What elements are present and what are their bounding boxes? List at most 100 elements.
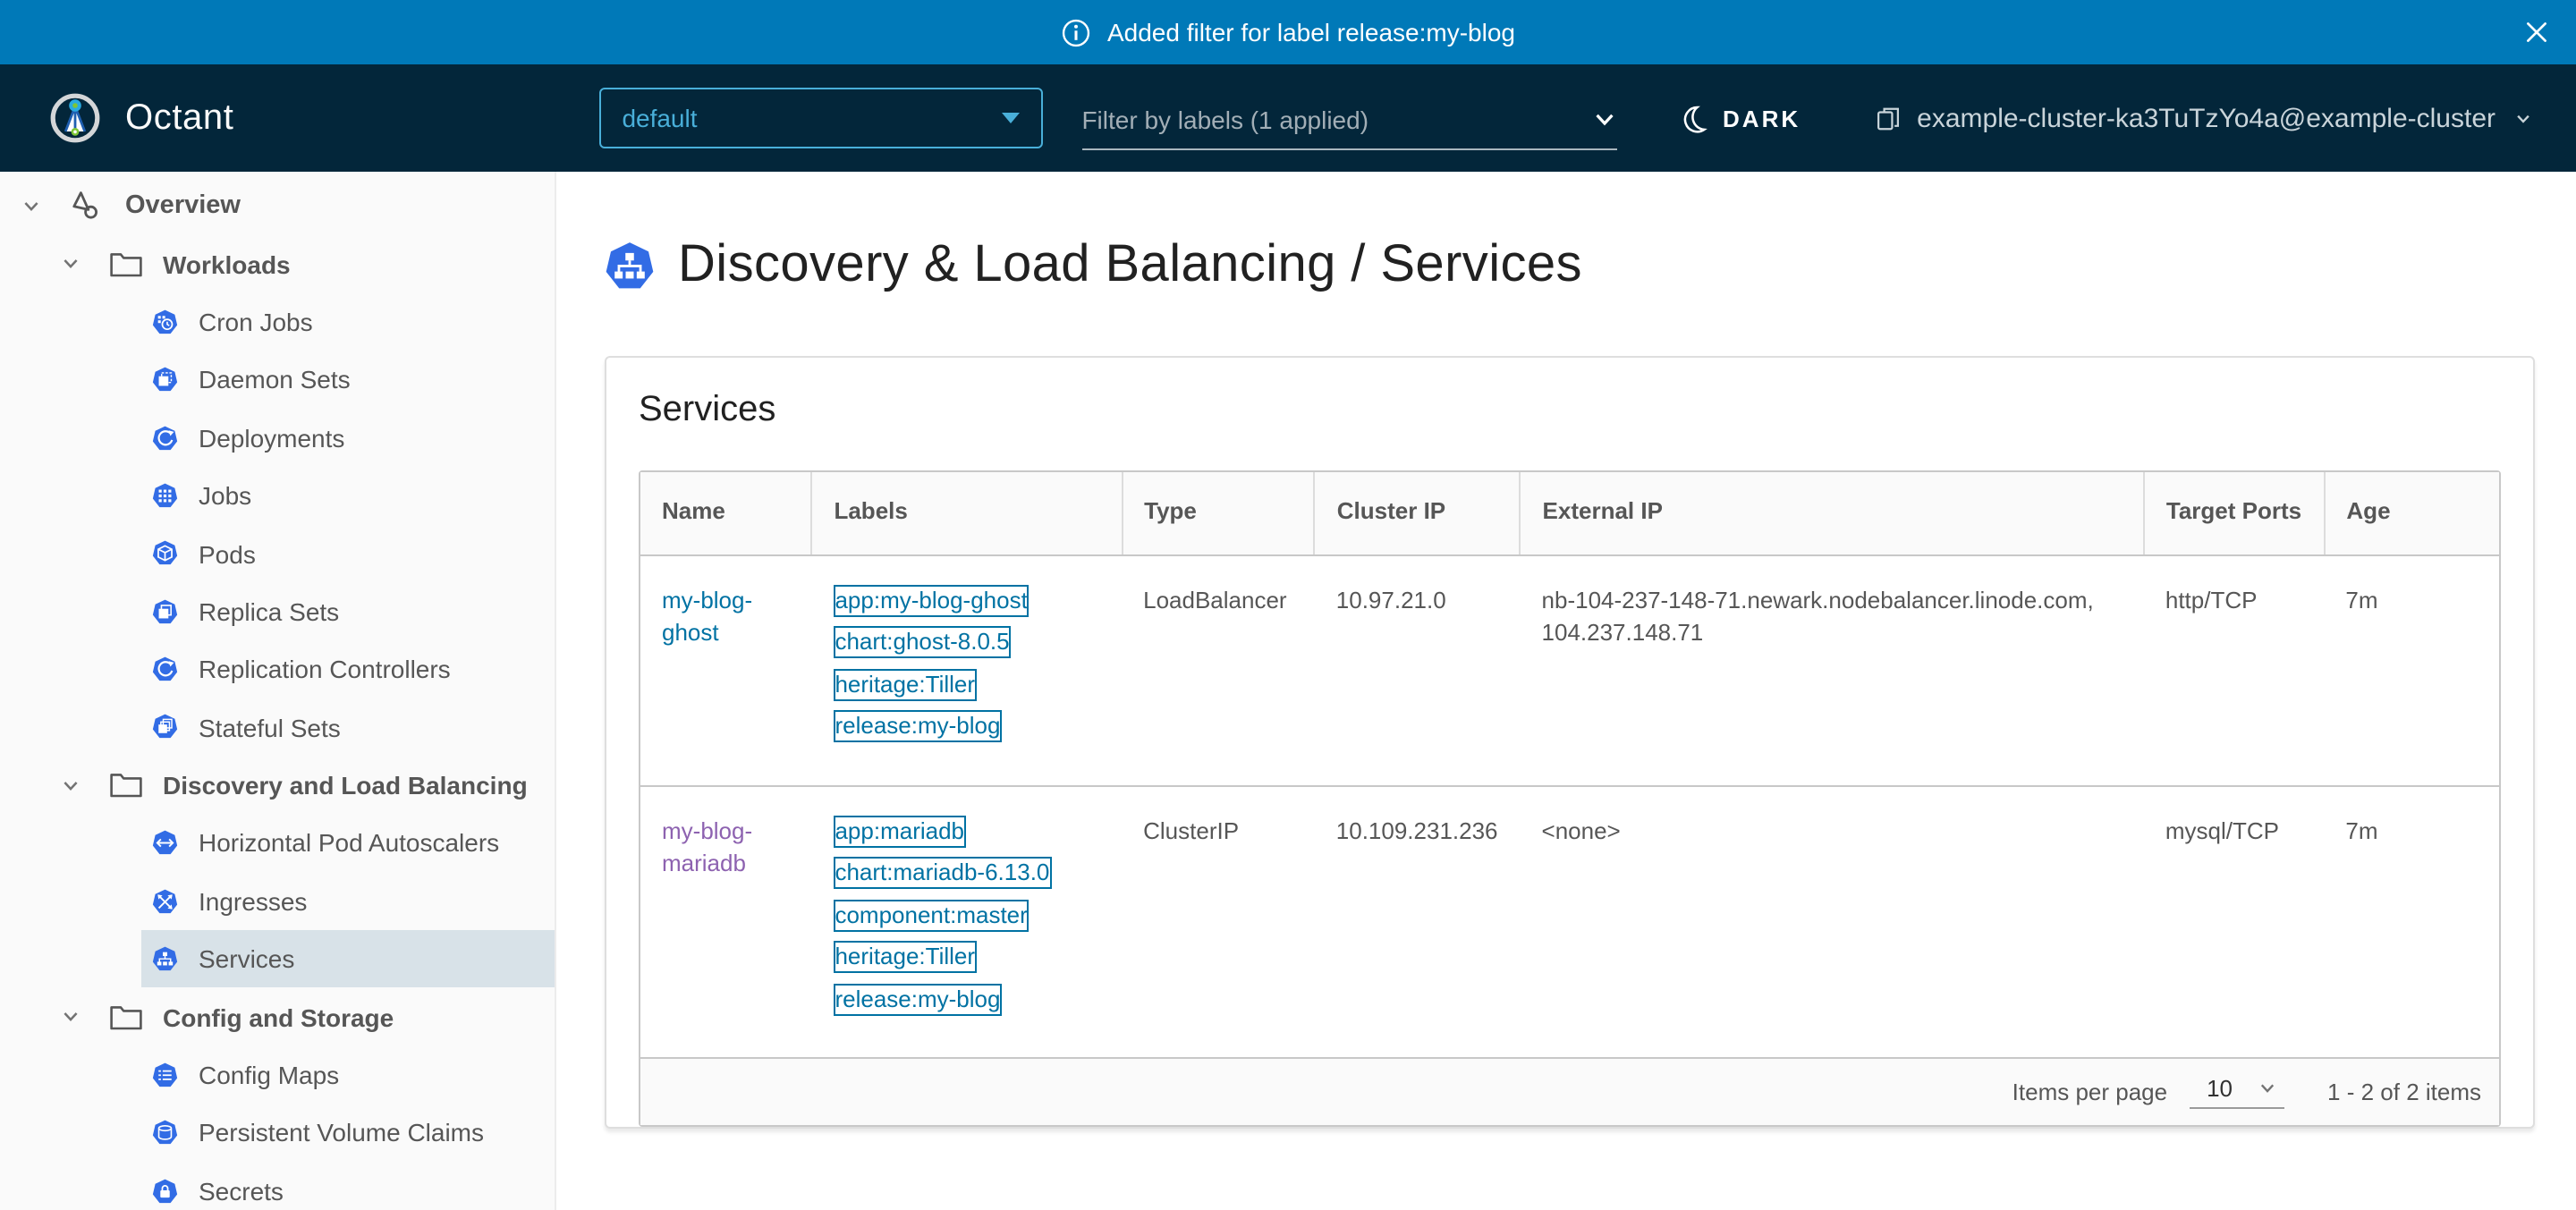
label-filter-input[interactable]: Filter by labels (1 applied) bbox=[1081, 93, 1616, 150]
label-pill[interactable]: chart:mariadb-6.13.0 bbox=[833, 857, 1051, 889]
cluster-ip-cell: 10.97.21.0 bbox=[1315, 554, 1521, 785]
sidebar-item-services[interactable]: Services bbox=[0, 930, 555, 988]
cluster-context-selector[interactable]: example-cluster-ka3TuTzYo4a@example-clus… bbox=[1872, 103, 2533, 133]
item-strip[interactable]: Persistent Volume Claims bbox=[141, 1104, 555, 1163]
dark-theme-toggle[interactable]: DARK bbox=[1678, 103, 1801, 133]
column-header-name: Name bbox=[640, 472, 811, 554]
item-strip[interactable]: Ingresses bbox=[141, 872, 555, 930]
sidebar-item-deployments[interactable]: Deployments bbox=[0, 409, 555, 467]
moon-icon bbox=[1678, 103, 1708, 133]
replica-sets-icon bbox=[152, 598, 178, 624]
info-circle-icon bbox=[1061, 17, 1091, 47]
dark-label: DARK bbox=[1723, 105, 1801, 131]
sidebar-item-jobs[interactable]: Jobs bbox=[0, 467, 555, 525]
app-header: Octant default Filter by labels (1 appli… bbox=[0, 64, 2576, 172]
item-strip[interactable]: Replica Sets bbox=[141, 582, 555, 640]
octant-logo-icon bbox=[50, 93, 100, 143]
age-cell: 7m bbox=[2324, 785, 2499, 1057]
sidebar-item-workloads[interactable]: Workloads bbox=[0, 235, 555, 293]
sidebar-item-cron-jobs[interactable]: Cron Jobs bbox=[0, 293, 555, 351]
sidebar-item-label: Deployments bbox=[199, 424, 344, 453]
item-strip[interactable]: Config Maps bbox=[141, 1046, 555, 1104]
sidebar-item-pods[interactable]: Pods bbox=[0, 525, 555, 583]
chevron-down-icon bbox=[2513, 108, 2533, 128]
sidebar-item-daemon-sets[interactable]: Daemon Sets bbox=[0, 351, 555, 409]
item-strip[interactable]: Deployments bbox=[141, 409, 555, 467]
sidebar-item-ingresses[interactable]: Ingresses bbox=[0, 872, 555, 930]
sidebar-item-discovery-and-load-balancing[interactable]: Discovery and Load Balancing bbox=[0, 757, 555, 815]
sidebar-item-config-maps[interactable]: Config Maps bbox=[0, 1046, 555, 1104]
namespace-selector[interactable]: default bbox=[598, 88, 1042, 148]
services-icon bbox=[152, 946, 178, 972]
sidebar-item-label: Services bbox=[199, 945, 294, 974]
label-pill[interactable]: heritage:Tiller bbox=[833, 668, 977, 700]
cluster-context-value: example-cluster-ka3TuTzYo4a@example-clus… bbox=[1917, 103, 2496, 133]
target-ports-cell: http/TCP bbox=[2144, 554, 2325, 785]
service-link[interactable]: my-blog-mariadb bbox=[662, 817, 752, 877]
chevron-down-icon[interactable] bbox=[61, 1007, 80, 1027]
sidebar-item-replica-sets[interactable]: Replica Sets bbox=[0, 582, 555, 640]
item-strip[interactable]: Pods bbox=[141, 525, 555, 583]
type-cell: LoadBalancer bbox=[1122, 554, 1315, 785]
label-pill[interactable]: heritage:Tiller bbox=[833, 941, 977, 973]
sidebar-item-label: Daemon Sets bbox=[199, 366, 351, 394]
column-header-cluster-ip: Cluster IP bbox=[1315, 472, 1521, 554]
sidebar-item-overview[interactable]: Overview bbox=[0, 177, 555, 235]
page-title: Discovery & Load Balancing / Services bbox=[678, 236, 1582, 295]
sidebar-item-persistent-volume-claims[interactable]: Persistent Volume Claims bbox=[0, 1104, 555, 1163]
column-header-target-ports: Target Ports bbox=[2144, 472, 2325, 554]
sidebar-item-label: Secrets bbox=[199, 1177, 284, 1206]
item-strip[interactable]: Cron Jobs bbox=[141, 293, 555, 351]
label-pill[interactable]: app:my-blog-ghost bbox=[833, 584, 1029, 616]
sidebar-item-label: Pods bbox=[199, 539, 256, 568]
label-pill[interactable]: component:master bbox=[833, 899, 1029, 931]
sidebar-item-label: Workloads bbox=[163, 250, 291, 278]
item-strip[interactable]: Daemon Sets bbox=[141, 351, 555, 409]
services-icon bbox=[605, 241, 655, 291]
navigation-sidebar: Overview Workloads Cron Jobs Daemon Sets Dep… bbox=[0, 172, 556, 1210]
age-cell: 7m bbox=[2324, 554, 2499, 785]
label-pill[interactable]: chart:ghost-8.0.5 bbox=[833, 626, 1011, 658]
folder-icon bbox=[109, 250, 143, 278]
chevron-down-icon[interactable] bbox=[21, 196, 41, 216]
overview-icon bbox=[68, 188, 104, 224]
chevron-down-icon[interactable] bbox=[61, 775, 80, 795]
config-maps-icon bbox=[152, 1062, 178, 1088]
item-strip[interactable]: Stateful Sets bbox=[141, 698, 555, 757]
chevron-down-icon[interactable] bbox=[61, 254, 80, 274]
column-header-labels: Labels bbox=[811, 472, 1122, 554]
sidebar-item-label: Replication Controllers bbox=[199, 656, 451, 684]
item-strip[interactable]: Secrets bbox=[141, 1162, 555, 1210]
label-pill[interactable]: app:mariadb bbox=[833, 815, 966, 847]
sidebar-item-horizontal-pod-autoscalers[interactable]: Horizontal Pod Autoscalers bbox=[0, 815, 555, 873]
stateful-sets-icon bbox=[152, 715, 178, 740]
sidebar-item-label: Jobs bbox=[199, 481, 251, 510]
target-ports-cell: mysql/TCP bbox=[2144, 785, 2325, 1057]
cluster-ip-cell: 10.109.231.236 bbox=[1315, 785, 1521, 1057]
sidebar-item-label: Cron Jobs bbox=[199, 308, 313, 336]
folder-icon bbox=[109, 1003, 143, 1031]
type-cell: ClusterIP bbox=[1122, 785, 1315, 1057]
sidebar-item-label: Horizontal Pod Autoscalers bbox=[199, 829, 499, 858]
page-size-select[interactable]: 10 bbox=[2189, 1075, 2284, 1109]
app-title: Octant bbox=[125, 97, 233, 139]
label-pill[interactable]: release:my-blog bbox=[833, 710, 1002, 742]
cron-jobs-icon bbox=[152, 309, 178, 334]
table-row: my-blog-ghost app:my-blog-ghost chart:ghos… bbox=[640, 554, 2499, 785]
folder-icon bbox=[109, 771, 143, 800]
item-strip[interactable]: Replication Controllers bbox=[141, 640, 555, 698]
label-filter-text: Filter by labels (1 applied) bbox=[1081, 105, 1368, 133]
service-link[interactable]: my-blog-ghost bbox=[662, 586, 752, 647]
sidebar-item-config-and-storage[interactable]: Config and Storage bbox=[0, 988, 555, 1046]
selected-item-highlight[interactable]: Services bbox=[141, 930, 555, 988]
external-ip-cell: nb-104-237-148-71.newark.nodebalancer.li… bbox=[1521, 554, 2144, 785]
sidebar-item-secrets[interactable]: Secrets bbox=[0, 1162, 555, 1210]
sidebar-item-replication-controllers[interactable]: Replication Controllers bbox=[0, 640, 555, 698]
item-strip[interactable]: Jobs bbox=[141, 467, 555, 525]
item-strip[interactable]: Horizontal Pod Autoscalers bbox=[141, 815, 555, 873]
sidebar-item-label: Config and Storage bbox=[163, 1003, 394, 1031]
close-icon[interactable] bbox=[2522, 18, 2551, 47]
label-pill[interactable]: release:my-blog bbox=[833, 983, 1002, 1015]
namespace-value: default bbox=[622, 104, 697, 132]
sidebar-item-stateful-sets[interactable]: Stateful Sets bbox=[0, 698, 555, 757]
